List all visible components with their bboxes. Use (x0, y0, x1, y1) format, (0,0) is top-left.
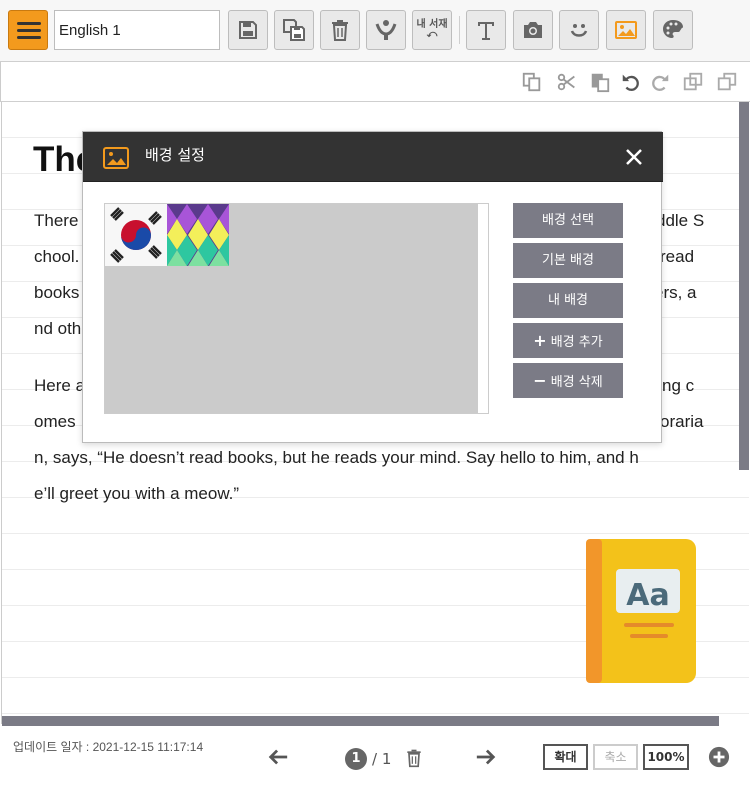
delete-page-trash-icon[interactable] (404, 747, 424, 769)
text-fragment: books (34, 283, 80, 302)
prev-page-arrow-icon[interactable] (267, 746, 289, 768)
dialog-header: 배경 설정 (83, 132, 663, 182)
delete-button[interactable] (320, 10, 360, 50)
zoom-in-button[interactable]: 확대 (543, 744, 588, 770)
undo-icon (622, 74, 639, 91)
background-button[interactable] (606, 10, 646, 50)
text-fragment: ng c (662, 376, 695, 395)
background-grid (105, 204, 478, 413)
share-button[interactable] (366, 10, 406, 50)
send-back-icon (683, 72, 703, 91)
top-toolbar: 내 서재⤺ (0, 0, 750, 62)
paste-icon (591, 73, 610, 93)
delete-background-button[interactable]: − 배경 삭제 (513, 363, 623, 398)
text-button[interactable] (466, 10, 506, 50)
zoom-level[interactable]: 100% (643, 744, 689, 770)
hands-icon (375, 20, 397, 40)
text-icon (478, 22, 494, 40)
save-button[interactable] (228, 10, 268, 50)
copy-button[interactable] (521, 71, 543, 93)
text-fragment: omes (34, 412, 76, 431)
redo-button[interactable] (649, 71, 671, 93)
bring-front-button[interactable] (716, 71, 738, 93)
text-fragment: e’ll greet you with a meow.” (34, 484, 240, 503)
save-as-icon (283, 19, 305, 41)
cut-icon (557, 73, 575, 91)
image-icon (103, 147, 129, 169)
my-background-button[interactable]: 내 배경 (513, 283, 623, 318)
bring-front-icon (717, 72, 737, 91)
copy-icon (522, 72, 541, 92)
minus-icon: − (533, 371, 547, 390)
sticker-button[interactable] (559, 10, 599, 50)
palette-icon (663, 20, 684, 38)
trash-icon (332, 20, 348, 41)
harlequin-pattern-thumbnail[interactable] (167, 204, 229, 266)
svg-text:Aa: Aa (626, 578, 669, 613)
smiley-icon (570, 24, 588, 37)
background-settings-dialog: 배경 설정 배경 선택 기본 배경 내 배경 + 배경 추가 − 배경 삭제 (82, 131, 663, 443)
cut-button[interactable] (556, 71, 578, 93)
palette-button[interactable] (653, 10, 693, 50)
vertical-scrollbar[interactable] (739, 102, 749, 470)
save-as-button[interactable] (274, 10, 314, 50)
current-page-badge: 1 (345, 748, 367, 770)
default-background-button[interactable]: 기본 배경 (513, 243, 623, 278)
select-background-button[interactable]: 배경 선택 (513, 203, 623, 238)
camera-icon (524, 22, 542, 38)
my-library-icon: 내 서재 ⤺ (416, 19, 448, 40)
text-fragment: chool. (34, 247, 80, 266)
text-fragment: Here a (34, 376, 86, 395)
delete-background-label: 배경 삭제 (550, 375, 603, 390)
page-total: / 1 (372, 750, 392, 768)
add-page-plus-icon[interactable] (708, 746, 730, 768)
edit-toolbar (0, 62, 750, 102)
plus-icon: + (533, 331, 547, 350)
text-fragment: There (34, 211, 79, 230)
close-icon[interactable] (623, 146, 645, 168)
add-background-label: 배경 추가 (550, 335, 603, 350)
dictionary-book-icon[interactable]: Aa (586, 539, 696, 683)
paste-button[interactable] (589, 71, 611, 93)
camera-button[interactable] (513, 10, 553, 50)
text-fragment: ddle S (656, 211, 705, 230)
save-icon (239, 21, 257, 39)
text-fragment: oraria (660, 412, 704, 431)
korea-flag-thumbnail[interactable] (105, 204, 167, 266)
undo-button[interactable] (620, 71, 642, 93)
redo-icon (652, 74, 669, 91)
my-library-button[interactable]: 내 서재 ⤺ (412, 10, 452, 50)
next-page-arrow-icon[interactable] (475, 746, 497, 768)
toolbar-divider (459, 16, 460, 44)
menu-button[interactable] (8, 10, 48, 50)
background-list (104, 203, 489, 414)
image-icon (615, 21, 637, 39)
updated-timestamp: 업데이트 일자 : 2021-12-15 11:17:14 (13, 740, 204, 754)
text-fragment: read (660, 247, 695, 266)
app-window: 내 서재⤺ (0, 0, 750, 786)
footer-bar: 업데이트 일자 : 2021-12-15 11:17:14 1 / 1 확대 축… (0, 726, 750, 786)
send-back-button[interactable] (682, 71, 704, 93)
text-fragment: nd oth (34, 319, 82, 338)
add-background-button[interactable]: + 배경 추가 (513, 323, 623, 358)
text-fragment: n, says, “He doesn’t read books, but he … (34, 448, 639, 467)
dialog-title: 배경 설정 (145, 146, 205, 164)
my-library-label: 내 서재 (416, 19, 448, 30)
zoom-out-button[interactable]: 축소 (593, 744, 638, 770)
document-name-input[interactable] (54, 10, 220, 50)
horizontal-scrollbar[interactable] (2, 716, 719, 726)
